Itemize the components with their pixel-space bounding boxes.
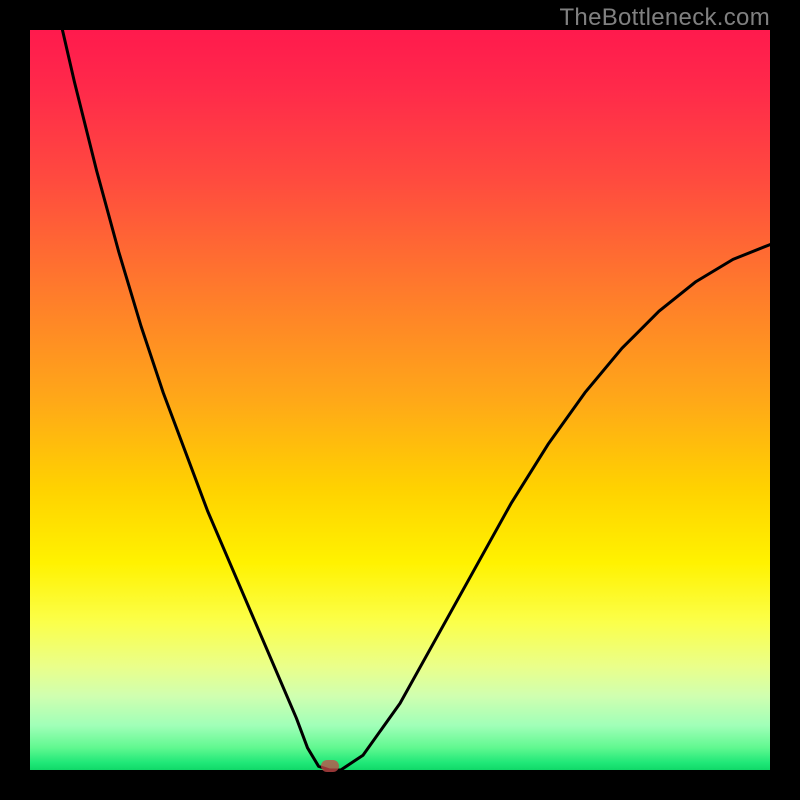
optimal-point-marker <box>321 760 339 772</box>
chart-frame: TheBottleneck.com <box>0 0 800 800</box>
plot-area <box>30 30 770 770</box>
bottleneck-curve <box>30 30 770 770</box>
watermark-text: TheBottleneck.com <box>559 4 770 32</box>
